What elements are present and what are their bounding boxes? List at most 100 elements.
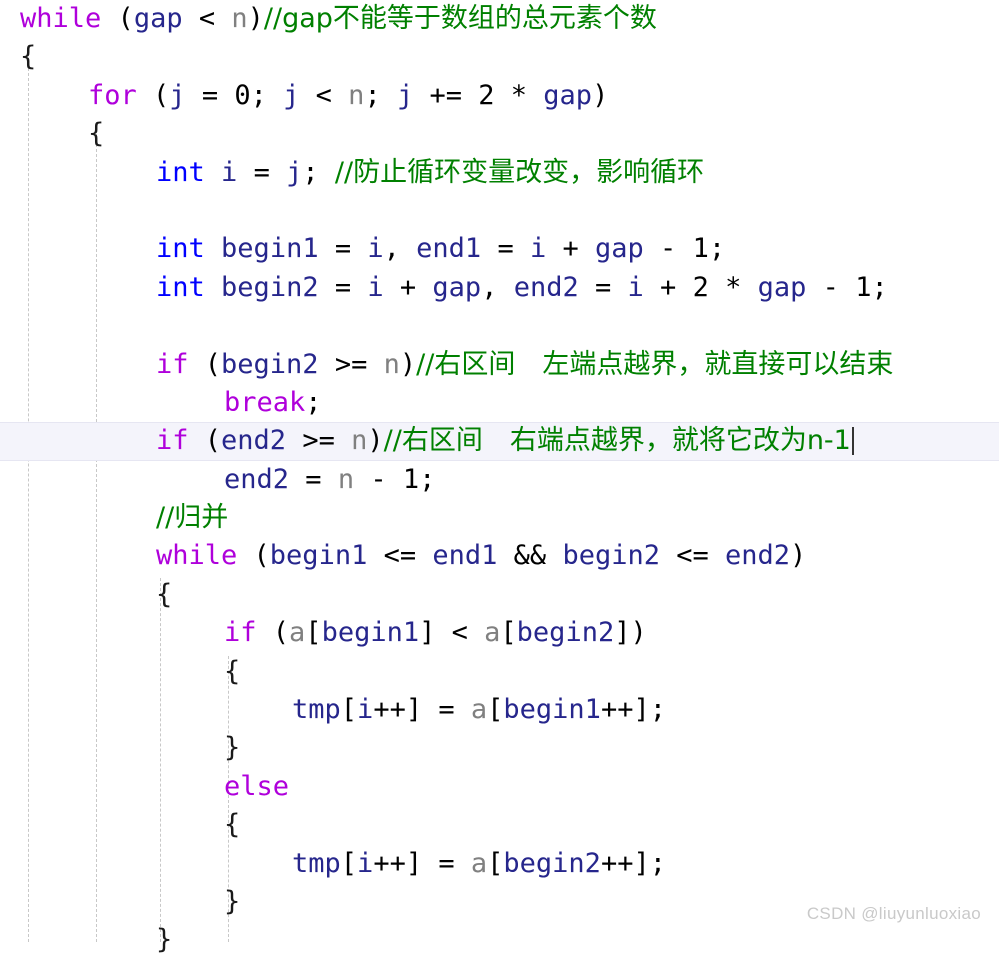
token-extern: n — [383, 348, 400, 380]
token-extern: a — [289, 617, 306, 649]
code-line[interactable]: for (j = 0; j < n; j += 2 * gap) — [0, 77, 999, 115]
token-ident: i — [357, 847, 374, 879]
token-extern: a — [470, 847, 488, 879]
token-ident: gap — [595, 233, 644, 265]
code-line[interactable]: int i = j; //防止循环变量改变，影响循环 — [0, 154, 999, 192]
token-ident: gap — [133, 3, 183, 34]
token-brace: } — [156, 924, 173, 956]
token-ident: begin2 — [221, 348, 319, 380]
token-punct: , — [481, 271, 514, 303]
token-ident: i — [529, 233, 547, 265]
code-line-active[interactable]: if (end2 >= n)//右区间 右端点越界，就将它改为n-1 — [0, 422, 999, 460]
token-punct: ; — [364, 79, 397, 111]
token-punct: , — [383, 233, 417, 265]
token-type: int — [156, 271, 205, 303]
token-kw: if — [156, 348, 189, 380]
token-punct — [205, 272, 221, 303]
token-punct: = — [481, 233, 530, 265]
token-punct: ) — [790, 540, 807, 572]
token-num: 1 — [855, 271, 872, 303]
code-line[interactable]: } — [0, 921, 999, 959]
token-punct: * — [708, 271, 758, 303]
token-punct: ) — [247, 3, 264, 34]
code-line[interactable]: { — [0, 115, 999, 153]
code-line[interactable]: { — [0, 38, 999, 76]
code-line[interactable]: end2 = n - 1; — [0, 461, 999, 499]
token-punct: ) — [399, 348, 417, 380]
code-line[interactable] — [0, 307, 999, 345]
token-punct: ( — [237, 540, 270, 572]
token-ident: end2 — [513, 271, 579, 303]
token-brace: { — [20, 41, 37, 73]
code-line[interactable]: int begin2 = i + gap, end2 = i + 2 * gap… — [0, 269, 999, 307]
token-ident: j — [286, 156, 303, 188]
token-ident: begin1 — [221, 233, 319, 265]
token-num: 0 — [234, 79, 251, 111]
token-kw: if — [156, 425, 189, 457]
token-punct: + — [643, 271, 693, 303]
code-line[interactable]: } — [0, 729, 999, 767]
code-line[interactable] — [0, 192, 999, 230]
token-punct: ( — [136, 79, 170, 111]
token-ident: gap — [432, 271, 482, 303]
code-line[interactable]: if (begin2 >= n)//右区间 左端点越界，就直接可以结束 — [0, 346, 999, 384]
token-punct: - — [806, 271, 856, 303]
code-line[interactable]: else — [0, 768, 999, 806]
code-line[interactable]: //归并 — [0, 499, 999, 537]
token-punct: = — [289, 463, 338, 495]
token-ident: end2 — [221, 425, 287, 457]
code-line[interactable]: break; — [0, 384, 999, 422]
token-brace: { — [156, 578, 173, 610]
code-block[interactable]: while (gap < n)//gap不能等于数组的总元素个数{for (j … — [0, 0, 999, 960]
code-line[interactable]: while (begin1 <= end1 && begin2 <= end2) — [0, 537, 999, 575]
token-ident: begin1 — [321, 617, 420, 649]
token-punct: [ — [340, 694, 358, 726]
token-punct: <= — [659, 540, 726, 572]
token-punct: ++] = — [373, 847, 471, 879]
token-punct: ; — [305, 386, 322, 418]
watermark: CSDN @liuyunluoxiao — [806, 904, 981, 923]
code-line[interactable]: int begin1 = i, end1 = i + gap - 1; — [0, 230, 999, 268]
token-punct: = — [318, 271, 368, 303]
token-punct — [205, 157, 221, 188]
token-kw: while — [156, 540, 238, 572]
token-ident: i — [367, 271, 384, 303]
token-kw: while — [20, 3, 102, 34]
token-num: 1 — [692, 233, 709, 265]
code-line[interactable]: { — [0, 576, 999, 614]
token-punct: ; — [250, 79, 284, 111]
token-ident: begin2 — [516, 617, 615, 649]
code-line[interactable]: while (gap < n)//gap不能等于数组的总元素个数 — [0, 0, 999, 38]
token-num: 1 — [402, 463, 420, 495]
code-line[interactable]: if (a[begin1] < a[begin2]) — [0, 614, 999, 652]
code-line[interactable]: { — [0, 806, 999, 844]
token-brace: } — [224, 732, 241, 764]
token-punct: ( — [188, 348, 222, 380]
token-punct: + — [546, 233, 596, 265]
token-punct: ; — [708, 233, 726, 265]
token-punct: <= — [367, 540, 433, 572]
code-line[interactable]: tmp[i++] = a[begin1++]; — [0, 691, 999, 729]
token-punct: ; — [419, 463, 436, 495]
code-line[interactable]: { — [0, 653, 999, 691]
token-punct: ) — [367, 425, 384, 457]
token-punct: && — [497, 540, 563, 572]
token-punct: ++] = — [373, 694, 471, 726]
token-punct: [ — [487, 694, 504, 726]
token-punct — [205, 233, 221, 264]
token-brace: { — [224, 655, 241, 687]
token-ident: begin2 — [562, 540, 660, 572]
token-kw: else — [224, 770, 290, 802]
code-line[interactable]: tmp[i++] = a[begin2++]; — [0, 845, 999, 883]
token-punct: - — [643, 233, 693, 265]
token-punct: ) — [592, 79, 609, 111]
token-ident: end2 — [725, 540, 791, 572]
token-punct: ; — [871, 271, 888, 303]
token-ident: end2 — [224, 463, 290, 495]
token-ident: j — [283, 79, 300, 111]
token-ident: end1 — [432, 540, 498, 572]
code-editor[interactable]: while (gap < n)//gap不能等于数组的总元素个数{for (j … — [0, 0, 999, 955]
token-punct: < — [299, 79, 349, 111]
token-cmt: //防止循环变量改变，影响循环 — [334, 156, 705, 188]
token-kw: break — [224, 386, 306, 418]
